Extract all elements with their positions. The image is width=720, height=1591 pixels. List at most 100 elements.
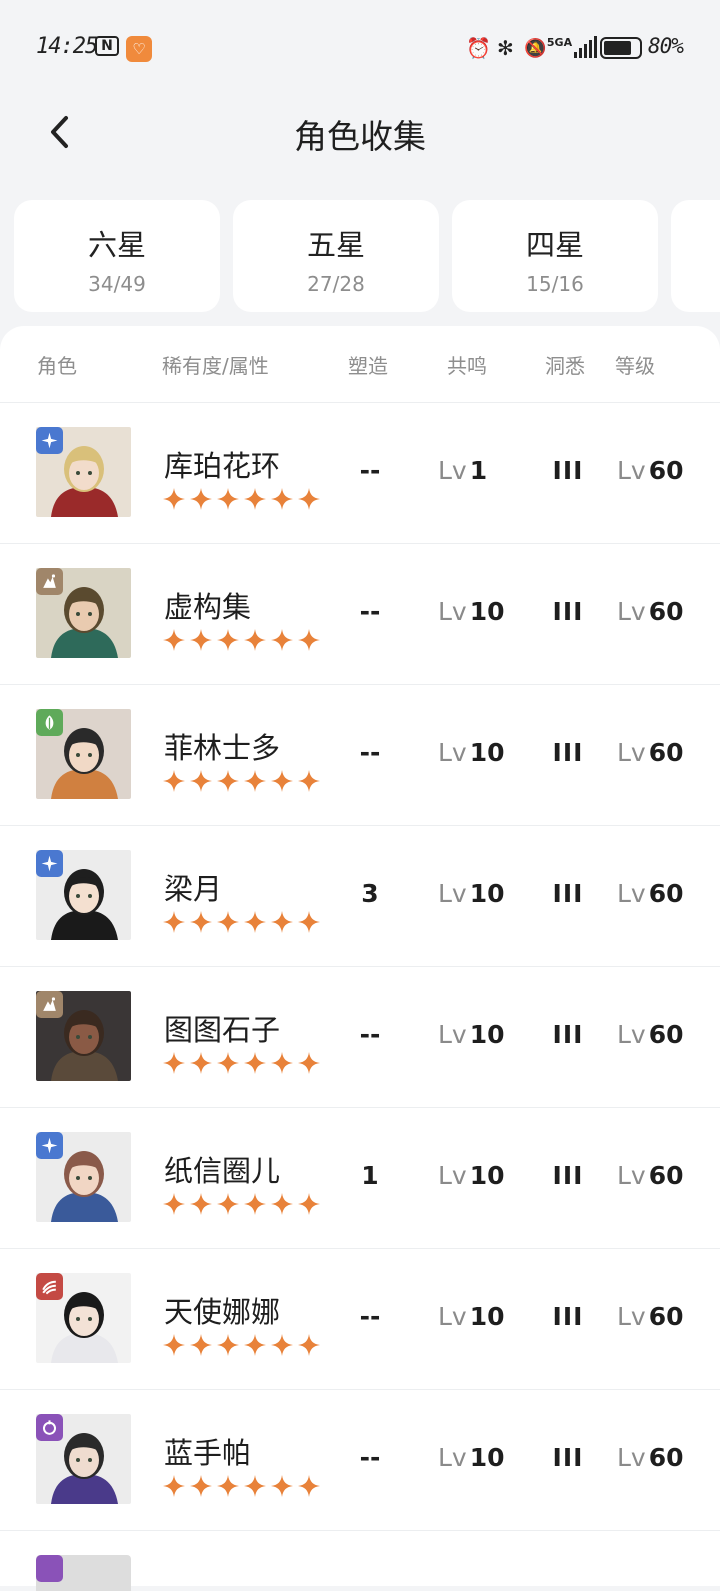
level-number: 60: [648, 879, 684, 908]
insight-value: III: [552, 456, 584, 485]
star-icon: [244, 1193, 266, 1215]
level-number: 60: [648, 1020, 684, 1049]
level-value: Lv 60: [617, 1302, 697, 1331]
insight-value: III: [552, 1302, 584, 1331]
table-row-partial[interactable]: [0, 1531, 720, 1591]
beast-icon: [36, 991, 63, 1018]
lv-prefix: Lv: [617, 597, 646, 626]
level-number: 60: [648, 597, 684, 626]
character-name: 库珀花环: [164, 449, 281, 483]
star-icon: [163, 911, 185, 933]
table-row[interactable]: 库珀花环 -- Lv 1 III Lv 60: [0, 403, 720, 544]
table-row[interactable]: 菲林士多 -- Lv 10 III Lv 60: [0, 685, 720, 826]
level-number: 60: [648, 1161, 684, 1190]
spirit-icon: [36, 1273, 63, 1300]
tab-count: 34/49: [88, 272, 146, 296]
star-icon: [217, 911, 239, 933]
column-level: 等级: [615, 354, 655, 378]
rarity-stars: [162, 1474, 321, 1498]
lv-prefix: Lv: [438, 1302, 467, 1331]
forge-value: --: [359, 1020, 381, 1049]
resonance-number: 10: [469, 738, 505, 767]
character-name: 菲林士多: [164, 731, 281, 765]
resonance-number: 1: [469, 456, 488, 485]
table-row[interactable]: 蓝手帕 -- Lv 10 III Lv 60: [0, 1390, 720, 1531]
lv-prefix: Lv: [438, 1161, 467, 1190]
star-icon: [298, 770, 320, 792]
level-value: Lv 60: [617, 738, 697, 767]
star-icon: [271, 770, 293, 792]
forge-value: --: [359, 456, 381, 485]
table-row[interactable]: 纸信圈儿 1 Lv 10 III Lv 60: [0, 1108, 720, 1249]
resonance-number: 10: [469, 597, 505, 626]
star-icon: [217, 488, 239, 510]
resonance-number: 10: [469, 1302, 505, 1331]
rarity-stars: [162, 910, 321, 934]
star-icon: [190, 1052, 212, 1074]
tab-five-star[interactable]: 五星 27/28: [233, 200, 439, 312]
status-time: 14:25: [36, 34, 98, 59]
star-icon: [163, 1475, 185, 1497]
character-portrait: [36, 1555, 131, 1591]
insight-value: III: [552, 879, 584, 908]
resonance-value: Lv 1: [438, 456, 508, 485]
table-row[interactable]: 天使娜娜 -- Lv 10 III Lv 60: [0, 1249, 720, 1390]
table-header: 角色 稀有度/属性 塑造 共鸣 洞悉 等级: [0, 326, 720, 403]
star-icon: [271, 1052, 293, 1074]
forge-value: --: [359, 597, 381, 626]
tab-count: 27/28: [307, 272, 365, 296]
star-icon: [163, 1052, 185, 1074]
forge-value: 1: [361, 1161, 379, 1190]
star-icon: [244, 1052, 266, 1074]
star-icon: [244, 488, 266, 510]
star-icon: [298, 1334, 320, 1356]
character-portrait: [36, 991, 131, 1081]
table-row[interactable]: 图图石子 -- Lv 10 III Lv 60: [0, 967, 720, 1108]
level-value: Lv 60: [617, 1020, 697, 1049]
tab-next-partial[interactable]: [671, 200, 720, 312]
resonance-value: Lv 10: [438, 738, 508, 767]
tab-four-star[interactable]: 四星 15/16: [452, 200, 658, 312]
plant-icon: [36, 709, 63, 736]
column-rarity: 稀有度/属性: [162, 354, 269, 378]
insight-value: III: [552, 738, 584, 767]
star-icon: [190, 488, 212, 510]
character-name: 图图石子: [164, 1013, 281, 1047]
level-number: 60: [648, 1443, 684, 1472]
table-row[interactable]: 虚构集 -- Lv 10 III Lv 60: [0, 544, 720, 685]
star-icon: [217, 1334, 239, 1356]
status-bar: 14:25 N ♡ ⏰ ✻ 🔕 5GA 80%: [0, 0, 720, 96]
battery-percent: 80%: [648, 34, 684, 58]
character-portrait: [36, 709, 131, 799]
star-icon: [271, 1334, 293, 1356]
star-icon: [163, 488, 185, 510]
rarity-stars: [162, 1192, 321, 1216]
beast-icon: [36, 568, 63, 595]
star-icon: [217, 1052, 239, 1074]
lv-prefix: Lv: [617, 1161, 646, 1190]
bluetooth-icon: ✻: [497, 36, 514, 60]
table-body: 库珀花环 -- Lv 1 III Lv 60 虚构集 -- Lv 10 III Lv 60 菲林士多 -- Lv…: [0, 403, 720, 1531]
tab-count: 15/16: [526, 272, 584, 296]
alarm-icon: ⏰: [466, 36, 491, 60]
star-icon: [36, 1132, 63, 1159]
character-portrait: [36, 1414, 131, 1504]
insight-value: III: [552, 1020, 584, 1049]
resonance-number: 10: [469, 1443, 505, 1472]
character-portrait: [36, 1132, 131, 1222]
character-name: 蓝手帕: [164, 1436, 252, 1470]
lv-prefix: Lv: [617, 1443, 646, 1472]
lv-prefix: Lv: [617, 456, 646, 485]
star-icon: [163, 770, 185, 792]
tab-six-star[interactable]: 六星 34/49: [14, 200, 220, 312]
table-row[interactable]: 梁月 3 Lv 10 III Lv 60: [0, 826, 720, 967]
resonance-number: 10: [469, 879, 505, 908]
resonance-value: Lv 10: [438, 879, 508, 908]
star-icon: [298, 629, 320, 651]
lv-prefix: Lv: [617, 1302, 646, 1331]
forge-value: --: [359, 738, 381, 767]
mineral-icon: [36, 1414, 63, 1441]
nfc-icon: N: [95, 36, 119, 56]
star-icon: [36, 427, 63, 454]
rarity-stars: [162, 1333, 321, 1357]
